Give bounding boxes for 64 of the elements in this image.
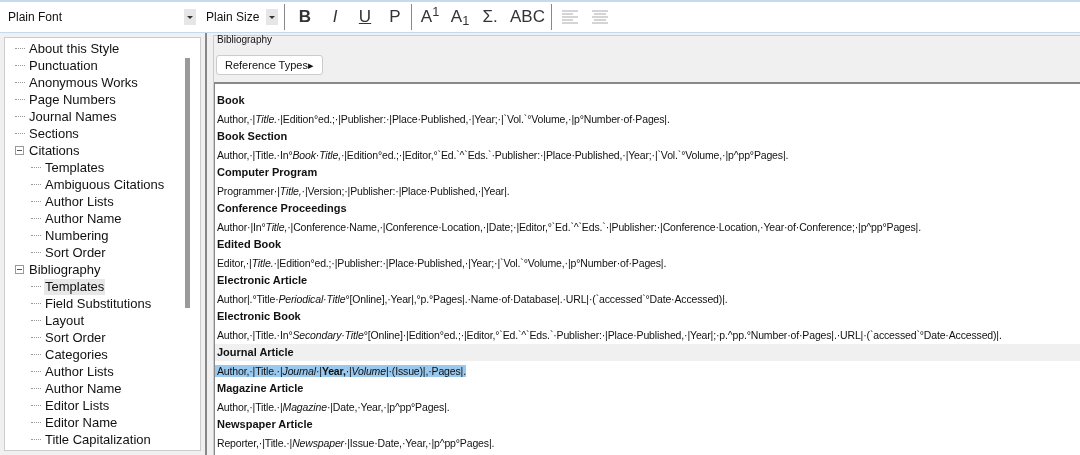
tree-item[interactable]: Punctuation [28, 57, 99, 74]
reference-type-heading: Conference Proceedings [216, 201, 348, 216]
template-line: Editor,·|Title.·|Edition°ed.;·|Publisher:·|Place·Published,·|Year;·|`Vol.`°Volume,·|p°Number·of·Pages|. [216, 257, 667, 269]
tree-item[interactable]: Author Lists [44, 363, 115, 380]
tree-item[interactable]: Field Substitutions [44, 295, 153, 312]
reference-type-heading: Electronic Book [216, 309, 302, 324]
size-dropdown[interactable]: Plain Size [202, 6, 278, 28]
collapse-toggle[interactable] [15, 265, 24, 274]
dropdown-caret-icon [184, 9, 196, 25]
format-button[interactable]: P [381, 4, 409, 30]
format-button[interactable]: I [321, 4, 349, 30]
tree-item[interactable]: About this Style [28, 40, 121, 57]
tree-item[interactable]: Author Name [44, 210, 123, 227]
tree-item[interactable]: Editor Lists [44, 397, 111, 414]
template-line: Author,·|Title.·|Magazine·|Date,·Year,·|p^pp°Pages|. [216, 401, 450, 413]
tree-item[interactable]: Page Numbers [28, 91, 117, 108]
format-button[interactable]: ABC [506, 4, 549, 30]
format-button[interactable]: U [351, 4, 379, 30]
reference-types-button[interactable]: Reference Types▸ [216, 55, 323, 76]
reference-type-heading: Journal Article [216, 345, 295, 360]
reference-type-heading: Book Section [216, 129, 289, 144]
tree-item[interactable]: Author Lists [44, 193, 115, 210]
template-line: Programmer·|Title,·|Version;·|Publisher:·|Place·Published,·|Year|. [216, 185, 510, 197]
tree-item[interactable]: Sections [28, 125, 80, 142]
minus-icon [16, 147, 23, 154]
collapse-toggle[interactable] [15, 146, 24, 155]
group-title: Bibliography [217, 34, 274, 46]
dropdown-caret-icon [266, 9, 278, 25]
tree-item[interactable]: Anonymous Works [28, 74, 139, 91]
reference-type-heading: Book [216, 93, 246, 108]
tree-item[interactable]: Ambiguous Citations [44, 176, 166, 193]
reference-type-heading: Newspaper Article [216, 417, 314, 432]
format-button[interactable]: B [291, 4, 319, 30]
template-line: Reporter,·|Title.·|Newspaper·|Issue·Date,·Year,·|p^pp°Pages|. [216, 437, 495, 449]
scrollbar[interactable] [185, 58, 190, 308]
align-justify-icon [591, 10, 608, 24]
tree-item[interactable]: Sort Order [44, 244, 107, 261]
tree-item[interactable]: Title Capitalization [44, 431, 152, 448]
format-button[interactable]: Σ. [476, 4, 504, 30]
template-line: Author|.°Title·Periodical·Title°[Online],·Year|,°p.°Pages|.·Name·of·Database|.·URL|·(`accessed`°Date·Accessed)|. [216, 293, 728, 305]
format-button[interactable]: A$^{1}$ [416, 4, 444, 30]
format-button[interactable]: A$_{1}$ [446, 4, 474, 30]
tree-item[interactable]: Citations [28, 142, 81, 159]
tree-item[interactable]: Sort Order [44, 329, 107, 346]
template-line: Author·|In°Title,·|Conference·Name,·|Conference·Location,·|Date;·|Editor,°`Ed.`^`Eds.`·|Publisher:·|Conference·Location,·Year·of·Conference;·|p^pp°Pages|. [216, 221, 921, 233]
reference-type-heading: Magazine Article [216, 381, 305, 396]
tree-item[interactable]: Templates [44, 278, 106, 295]
reference-type-heading: Computer Program [216, 165, 319, 180]
tree-item[interactable]: Templates [44, 159, 106, 176]
reference-type-heading: Edited Book [216, 237, 283, 252]
tree-item[interactable]: Layout [44, 312, 86, 329]
font-dropdown[interactable]: Plain Font [4, 6, 196, 28]
tree-item[interactable]: Journal Names [28, 108, 118, 125]
tree-item[interactable]: Editor Name [44, 414, 119, 431]
template-line: Author,·|Title.·|Edition°ed.;·|Publisher:·|Place·Published,·|Year;·|`Vol.`°Volume,·|p°Number·of·Pages|. [216, 113, 670, 125]
tree-item[interactable]: Author Name [44, 380, 123, 397]
minus-icon [16, 266, 23, 273]
template-line: Author,·|Title.·In°Secondary·Title°[Online]·|Edition°ed.;·|Editor,°`Ed.`^`Eds.`·Publisher:·|Place·Published,·|Year|;·p.^pp.°Number·of·Pages|.·URL|·(`accessed`°Date·Accessed)|. [216, 329, 1002, 341]
tree-item[interactable]: Numbering [44, 227, 110, 244]
reference-type-heading: Electronic Article [216, 273, 309, 288]
align-left-icon [561, 10, 578, 24]
tree-item[interactable]: Bibliography [28, 261, 102, 278]
tree-item[interactable]: Categories [44, 346, 109, 363]
template-line: Author,·|Title.·In°Book·Title,·|Edition°ed.;·|Editor,°`Ed.`^`Eds.`·Publisher:·|Place·Published,·|Year;·|`Vol.`°Volume,·|p^pp°Pages|. [216, 149, 789, 161]
